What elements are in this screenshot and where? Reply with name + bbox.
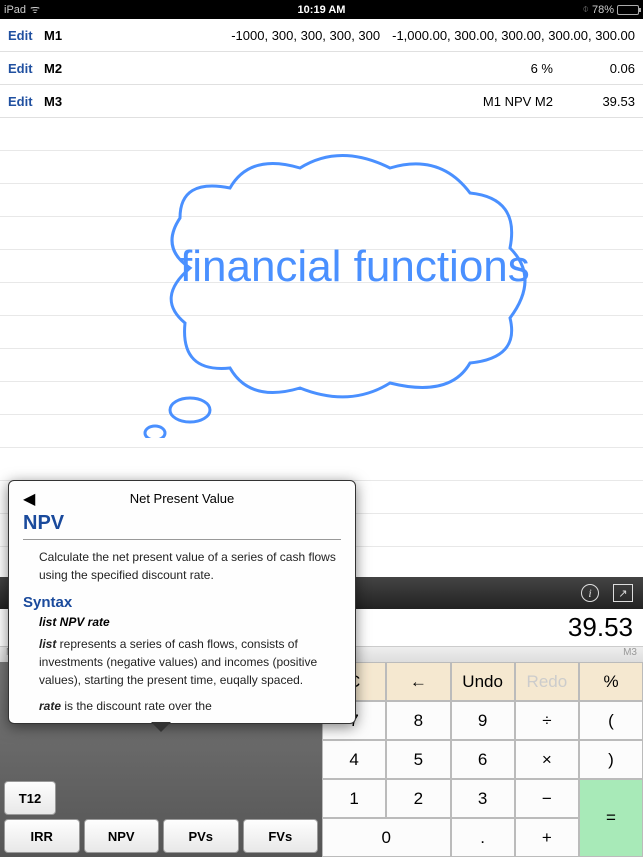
param-list: list represents a series of cash flows, … [23,635,341,689]
display-value: 39.53 [568,612,633,643]
memory-output: 39.53 [565,94,635,109]
back-icon[interactable]: ◀ [23,489,35,509]
divider [23,539,341,540]
device-label: iPad [4,4,26,16]
key-0[interactable]: 0 [322,818,451,857]
memory-row[interactable]: Edit M3 M1 NPV M2 39.53 [0,85,643,118]
thought-bubble: financial functions [130,148,530,408]
memory-input: -1000, 300, 300, 300, 300 [74,28,392,43]
key-equals[interactable]: = [579,779,643,857]
fn-key-pvs[interactable]: PVs [163,819,239,853]
memory-input: 6 % [74,61,565,76]
key-decimal[interactable]: . [451,818,515,857]
key-3[interactable]: 3 [451,779,515,818]
edit-link[interactable]: Edit [8,94,44,109]
key-1[interactable]: 1 [322,779,386,818]
key-2[interactable]: 2 [386,779,450,818]
operator-column: % ( ) = [579,662,643,857]
key-minus[interactable]: − [515,779,579,818]
memory-label: M3 [44,94,74,109]
number-pad: C ← Undo Redo 7 8 9 ÷ 4 5 6 × 1 2 3 − 0 … [322,662,579,857]
key-undo[interactable]: Undo [451,662,515,701]
key-backspace[interactable]: ← [386,662,450,701]
edit-link[interactable]: Edit [8,61,44,76]
memory-output: 0.06 [565,61,635,76]
key-5[interactable]: 5 [386,740,450,779]
memory-row[interactable]: Edit M2 6 % 0.06 [0,52,643,85]
memory-input: M1 NPV M2 [74,94,565,109]
key-8[interactable]: 8 [386,701,450,740]
syntax-line: list NPV rate [23,615,341,629]
wifi-icon: ᯤ [30,2,40,17]
fn-key-t12[interactable]: T12 [4,781,56,815]
fn-key-irr[interactable]: IRR [4,819,80,853]
edit-link[interactable]: Edit [8,28,44,43]
memory-row[interactable]: Edit M1 -1000, 300, 300, 300, 300 -1,000… [0,19,643,52]
popover-heading: NPV [23,512,341,535]
key-paren-close[interactable]: ) [579,740,643,779]
fn-key-npv[interactable]: NPV [84,819,160,853]
memory-list: Edit M1 -1000, 300, 300, 300, 300 -1,000… [0,19,643,118]
key-redo[interactable]: Redo [515,662,579,701]
battery-icon [617,5,639,15]
fn-key-fvs[interactable]: FVs [243,819,319,853]
key-plus[interactable]: + [515,818,579,857]
battery-pct: 78% [592,4,614,16]
memory-output: -1,000.00, 300.00, 300.00, 300.00, 300.0… [392,28,635,43]
key-percent[interactable]: % [579,662,643,701]
key-6[interactable]: 6 [451,740,515,779]
sub-right: M3 [623,647,637,662]
memory-label: M1 [44,28,74,43]
bubble-text: financial functions [180,238,530,295]
bluetooth-icon: ⌽ [582,3,589,16]
param-rate: rate is the discount rate over the [23,697,341,715]
memory-label: M2 [44,61,74,76]
info-icon[interactable]: i [581,584,599,602]
key-4[interactable]: 4 [322,740,386,779]
clock: 10:19 AM [298,4,346,16]
help-popover: ◀ Net Present Value NPV Calculate the ne… [8,480,356,724]
key-paren-open[interactable]: ( [579,701,643,740]
share-icon[interactable]: ↗ [613,584,633,602]
popover-desc: Calculate the net present value of a ser… [23,548,341,584]
status-bar: iPad ᯤ 10:19 AM ⌽ 78% [0,0,643,19]
key-9[interactable]: 9 [451,701,515,740]
key-multiply[interactable]: × [515,740,579,779]
key-divide[interactable]: ÷ [515,701,579,740]
popover-title: Net Present Value [130,491,235,506]
syntax-heading: Syntax [23,594,341,611]
